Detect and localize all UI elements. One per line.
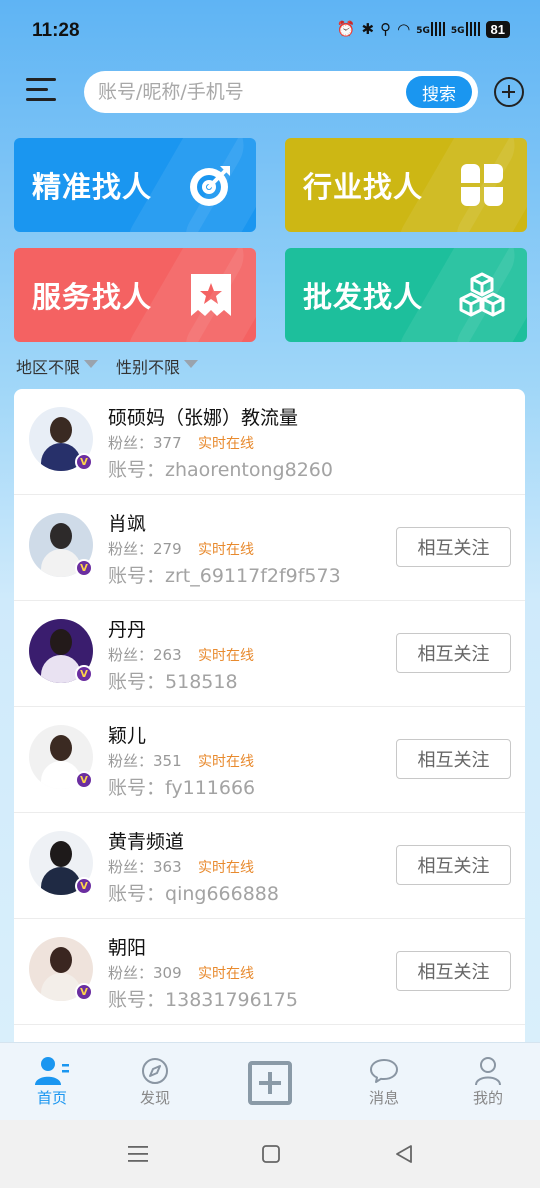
fans-count: 粉丝：279 [108,540,182,558]
list-item[interactable]: V 肖飒 粉丝：279 实时在线 账号：zrt_69117f2f9f573 相互… [14,495,525,601]
online-status: 实时在线 [198,436,254,452]
user-name: 肖飒 [108,513,147,535]
chat-bubble-icon [370,1059,398,1083]
gender-filter[interactable]: 性别不限 [116,354,199,378]
gender-filter-label: 性别不限 [116,358,181,377]
search-bar: 搜索 [84,71,478,113]
vip-badge-icon: V [75,665,93,683]
user-list: V 硕硕妈（张娜）教流量 粉丝：377 实时在线 账号：zhaorentong8… [14,389,525,1049]
back-triangle-icon[interactable] [394,1144,414,1164]
tab-messages-label: 消息 [368,1089,399,1107]
signal-1: 5G [416,22,445,36]
bluetooth-icon: ✱ [361,20,375,38]
status-bar: 11:28 ⏰ ✱ ⚲ ◠ 5G 5G 81 [0,0,540,64]
fans-count: 粉丝：351 [108,752,182,770]
battery-indicator: 81 [485,20,510,38]
publish-plus-icon[interactable] [248,1061,292,1105]
vip-badge-icon: V [75,771,93,789]
card-label: 批发找人 [303,280,424,314]
system-nav-bar [0,1120,540,1188]
card-label: 行业找人 [303,170,424,204]
add-circle-icon[interactable] [494,77,524,107]
mutual-follow-button[interactable]: 相互关注 [396,633,511,673]
fans-count: 粉丝：363 [108,858,182,876]
tab-discover[interactable]: 发现 [120,1055,190,1108]
search-button[interactable]: 搜索 [406,76,472,108]
network-type-label: 5G [450,26,465,36]
signal-bars-icon [465,22,480,36]
grid-petals-icon [461,164,503,206]
tab-discover-label: 发现 [139,1089,170,1107]
signal-2: 5G [451,22,480,36]
user-name: 黄青频道 [108,831,185,853]
mutual-follow-button[interactable]: 相互关注 [396,845,511,885]
list-item[interactable]: V 黄青频道 粉丝：363 实时在线 账号：qing666888 相互关注 [14,813,525,919]
account-id: 账号：13831796175 [108,989,298,1011]
card-label: 精准找人 [32,170,153,204]
home-square-icon[interactable] [261,1144,281,1164]
home-person-icon [35,1057,69,1085]
tab-mine-label: 我的 [472,1089,503,1107]
search-input[interactable] [98,71,398,113]
star-ticket-icon [191,274,231,316]
online-status: 实时在线 [198,754,254,770]
fans-count: 粉丝：309 [108,964,182,982]
compass-icon [142,1058,168,1084]
mutual-follow-button[interactable]: 相互关注 [396,739,511,779]
user-name: 朝阳 [108,937,147,959]
card-wholesale-search[interactable]: 批发找人 [285,248,527,342]
status-time: 11:28 [32,20,80,41]
account-id: 账号：zhaorentong8260 [108,459,333,481]
mutual-follow-button[interactable]: 相互关注 [396,951,511,991]
card-service-search[interactable]: 服务找人 [14,248,256,342]
account-id: 账号：zrt_69117f2f9f573 [108,565,341,587]
tab-home-label: 首页 [36,1089,67,1107]
online-status: 实时在线 [198,966,254,982]
dropdown-triangle-icon [84,360,99,368]
online-status: 实时在线 [198,542,254,558]
vip-badge-icon: V [75,983,93,1001]
recents-menu-icon[interactable] [127,1144,149,1164]
card-label: 服务找人 [32,280,153,314]
tab-home[interactable]: 首页 [17,1055,87,1108]
signal-bars-icon [430,22,445,36]
user-name: 硕硕妈（张娜）教流量 [108,407,299,429]
filter-bar: 地区不限 性别不限 [16,354,199,378]
user-name: 丹丹 [108,619,147,641]
list-item[interactable]: V 朝阳 粉丝：309 实时在线 账号：13831796175 相互关注 [14,919,525,1025]
bottom-nav: 首页 发现 消息 我的 [0,1042,540,1120]
alarm-icon: ⏰ [336,20,356,38]
status-icons: ⏰ ✱ ⚲ ◠ 5G 5G 81 [337,20,510,38]
mutual-follow-button[interactable]: 相互关注 [396,527,511,567]
region-filter[interactable]: 地区不限 [16,354,99,378]
dropdown-triangle-icon [184,360,199,368]
location-icon: ⚲ [380,20,392,38]
account-id: 账号：fy111666 [108,777,256,799]
account-id: 账号：518518 [108,671,238,693]
tab-mine[interactable]: 我的 [453,1055,523,1108]
boxes-icon [459,272,505,317]
list-item[interactable]: V 颖儿 粉丝：351 实时在线 账号：fy111666 相互关注 [14,707,525,813]
user-name: 颖儿 [108,725,147,747]
wifi-icon: ◠ [397,20,411,38]
user-icon [475,1057,501,1086]
account-id: 账号：qing666888 [108,883,279,905]
tab-messages[interactable]: 消息 [349,1055,419,1108]
vip-badge-icon: V [75,877,93,895]
list-item[interactable]: V 硕硕妈（张娜）教流量 粉丝：377 实时在线 账号：zhaorentong8… [14,389,525,495]
region-filter-label: 地区不限 [16,358,81,377]
network-type-label: 5G [416,26,430,36]
menu-icon[interactable] [26,78,56,104]
vip-badge-icon: V [75,559,93,577]
card-industry-search[interactable]: 行业找人 [285,138,527,232]
list-item[interactable]: V 丹丹 粉丝：263 实时在线 账号：518518 相互关注 [14,601,525,707]
fans-count: 粉丝：263 [108,646,182,664]
target-icon [190,166,230,206]
online-status: 实时在线 [198,648,254,664]
online-status: 实时在线 [198,860,254,876]
card-precise-search[interactable]: 精准找人 [14,138,256,232]
vip-badge-icon: V [75,453,93,471]
fans-count: 粉丝：377 [108,434,182,452]
